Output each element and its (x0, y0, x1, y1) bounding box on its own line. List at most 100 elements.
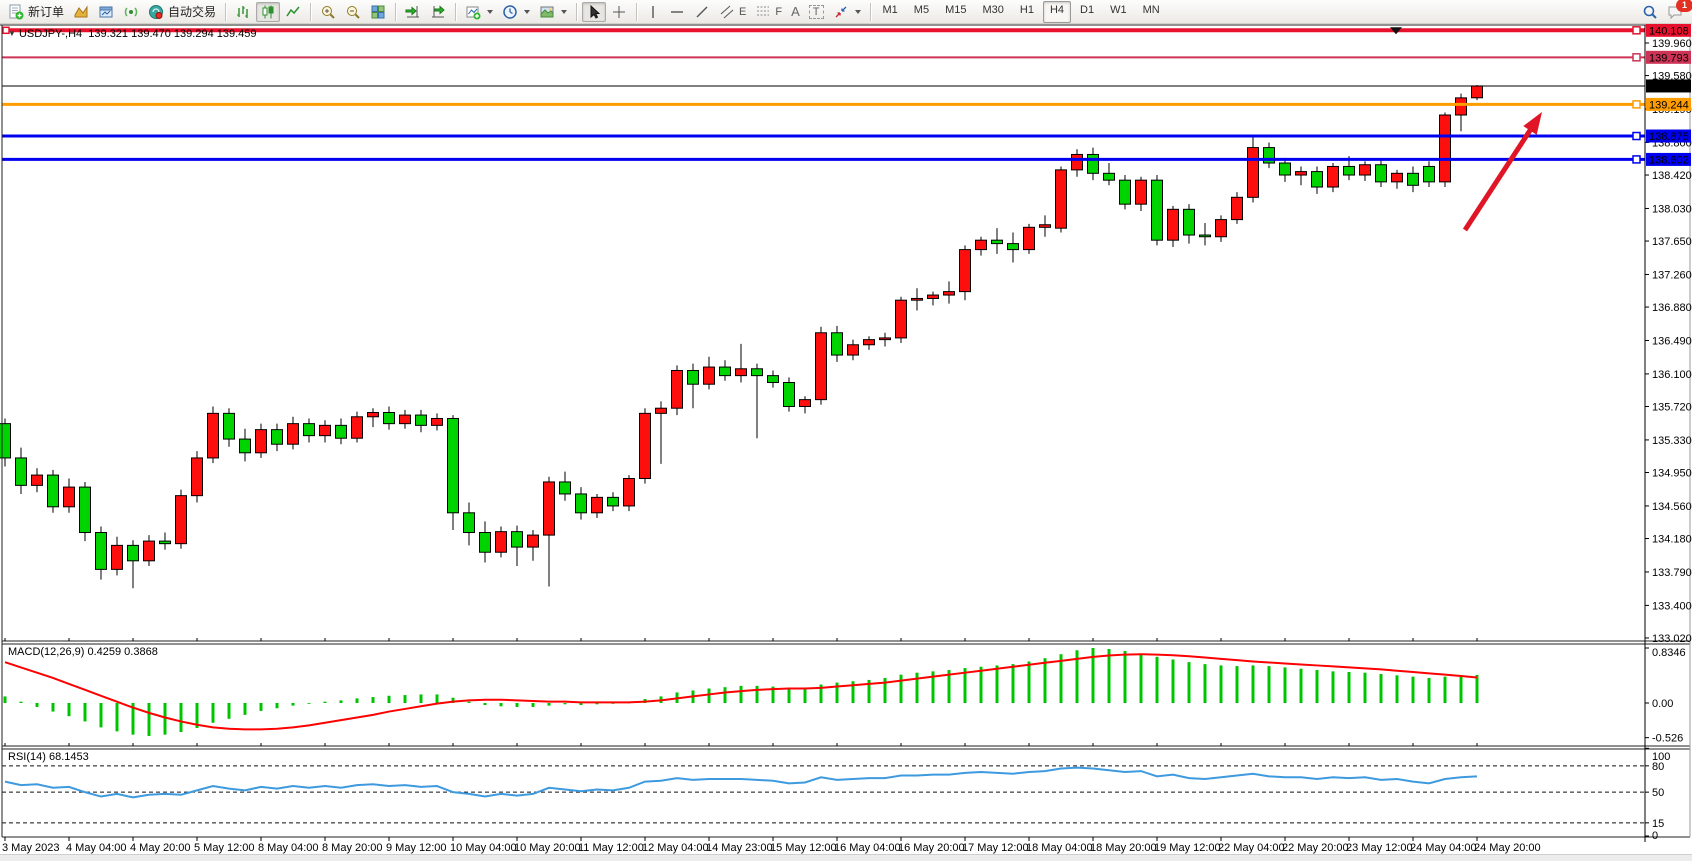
zoom-out-button[interactable] (341, 2, 365, 22)
price-tick-label: 134.950 (1652, 468, 1692, 480)
zoom-in-icon (320, 4, 336, 20)
macd-bar (84, 703, 87, 721)
price-tick-label: 133.020 (1652, 633, 1692, 645)
macd-bar (1140, 654, 1143, 703)
macd-bar (420, 694, 423, 703)
macd-bar (372, 697, 375, 703)
notifications-button[interactable]: 1 (1663, 2, 1688, 22)
navigator-button[interactable] (119, 2, 143, 22)
macd-bar (1172, 660, 1175, 703)
indicators-icon (465, 4, 481, 20)
macd-bar (548, 703, 551, 706)
timeframe-button-M5[interactable]: M5 (907, 1, 936, 23)
new-order-button[interactable]: 新订单 (4, 2, 68, 22)
trendline-button[interactable] (690, 2, 714, 22)
templates-button[interactable] (535, 2, 571, 22)
equidistant-channel-button[interactable]: E (715, 2, 750, 22)
vertical-line-icon (646, 4, 660, 20)
text-button[interactable]: A (787, 2, 804, 22)
time-tick-label: 10 May 20:00 (514, 842, 581, 854)
price-tick-label: 137.260 (1652, 269, 1692, 281)
text-label-button[interactable]: T (805, 2, 828, 22)
candle-body (32, 475, 43, 485)
macd-bar (4, 696, 7, 703)
candle-body (1088, 154, 1099, 173)
candlestick-chart-button[interactable] (256, 2, 280, 22)
symbol-dropdown-icon[interactable]: ▼ (8, 29, 16, 38)
candle-body (80, 487, 91, 532)
text-tool-icon: A (791, 4, 800, 19)
macd-bar (1444, 677, 1447, 703)
macd-bar (516, 703, 519, 707)
timeframe-button-M15[interactable]: M15 (938, 1, 973, 23)
horizontal-line-button[interactable] (665, 2, 689, 22)
mt4-window: { "icons": {"dropdown_triangle":"▼","cha… (0, 0, 1692, 861)
candle-body (224, 413, 235, 439)
candle-body (1328, 166, 1339, 187)
arrows-button[interactable] (829, 2, 865, 22)
candle-body (624, 479, 635, 506)
candle-body (656, 408, 667, 413)
periods-button[interactable] (498, 2, 534, 22)
candle-body (992, 240, 1003, 243)
toolbar-separator (395, 3, 396, 21)
auto-scroll-button[interactable] (401, 2, 425, 22)
candle-body (1360, 165, 1371, 175)
crosshair-button[interactable] (607, 2, 631, 22)
time-tick-label: 22 May 04:00 (1218, 842, 1285, 854)
toolbar-separator (225, 3, 226, 21)
toolbar-separator (310, 3, 311, 21)
axis-price-box-label: 139.793 (1649, 52, 1689, 64)
candle-body (64, 487, 75, 507)
chart-canvas[interactable]: 139.960139.580139.190138.800138.420138.0… (0, 24, 1692, 861)
price-tick-label: 133.400 (1652, 600, 1692, 612)
timeframe-button-D1[interactable]: D1 (1073, 1, 1101, 23)
candle-body (336, 425, 347, 438)
line-chart-button[interactable] (281, 2, 305, 22)
chart-title: ▼ USDJPY-,H4 139.321 139.470 139.294 139… (8, 28, 257, 40)
candle-body (864, 340, 875, 345)
autotrade-button[interactable]: 自动交易 (144, 2, 220, 22)
macd-bar (916, 673, 919, 703)
zoom-in-button[interactable] (316, 2, 340, 22)
candle-body (160, 541, 171, 544)
new-order-icon (8, 4, 24, 20)
indicators-button[interactable] (461, 2, 497, 22)
chart-shift-button[interactable] (426, 2, 450, 22)
hline-handle (1633, 54, 1640, 61)
macd-bar (1332, 671, 1335, 703)
time-tick-label: 18 May 04:00 (1026, 842, 1093, 854)
timeframe-button-M30[interactable]: M30 (975, 1, 1010, 23)
macd-bar (36, 703, 39, 707)
candle-body (688, 370, 699, 384)
time-tick-label: 8 May 20:00 (322, 842, 383, 854)
timeframe-button-MN[interactable]: MN (1136, 1, 1167, 23)
macd-bar (1188, 662, 1191, 703)
timeframe-button-H1[interactable]: H1 (1013, 1, 1041, 23)
macd-bar (436, 694, 439, 703)
cursor-button[interactable] (582, 2, 606, 22)
timeframe-button-M1[interactable]: M1 (876, 1, 905, 23)
market-watch-button[interactable] (94, 2, 118, 22)
price-tick-label: 137.650 (1652, 236, 1692, 248)
timeframe-button-W1[interactable]: W1 (1103, 1, 1134, 23)
bar-chart-button[interactable] (231, 2, 255, 22)
macd-bar (116, 703, 119, 731)
macd-bar (1316, 670, 1319, 703)
time-tick-label: 9 May 12:00 (386, 842, 447, 854)
chart-title-symbol: USDJPY-,H4 (19, 28, 82, 40)
timeframe-button-H4[interactable]: H4 (1043, 1, 1071, 23)
tile-windows-button[interactable] (366, 2, 390, 22)
cursor-icon (586, 4, 602, 20)
search-button[interactable] (1638, 2, 1662, 22)
candle-body (976, 240, 987, 249)
axis-price-box-label: 139.244 (1649, 99, 1689, 111)
price-tick-label: 133.790 (1652, 567, 1692, 579)
price-tick-label: 135.720 (1652, 401, 1692, 413)
candle-body (1184, 209, 1195, 235)
chart-profile-button[interactable] (69, 2, 93, 22)
fibonacci-button[interactable]: F (751, 2, 786, 22)
vertical-line-button[interactable] (642, 2, 664, 22)
time-tick-label: 10 May 04:00 (450, 842, 517, 854)
candle-body (240, 439, 251, 453)
